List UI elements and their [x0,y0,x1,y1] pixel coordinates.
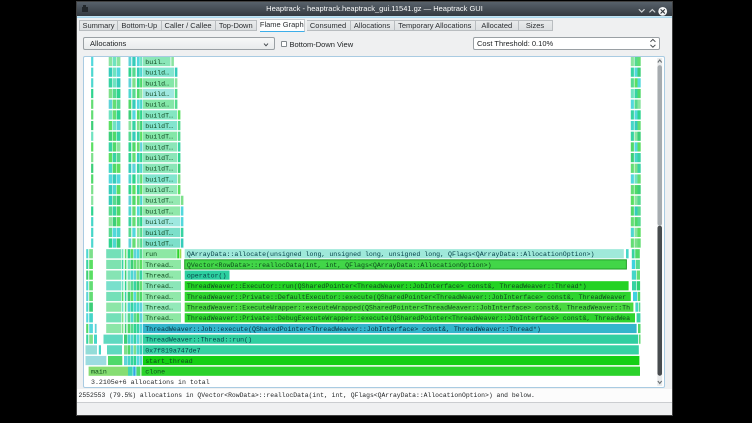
svg-text:buildT…: buildT… [145,123,173,130]
svg-text:build…: build… [145,91,169,98]
svg-text:buildT…: buildT… [145,113,173,120]
svg-text:clone: clone [145,369,165,376]
svg-text:main: main [91,369,107,376]
svg-text:buildT…: buildT… [145,187,173,194]
svg-text:ThreadWeaver::Private::Default: ThreadWeaver::Private::DefaultExecutor::… [187,294,626,301]
svg-text:build…: build… [145,102,169,109]
svg-text:ThreadWeaver::ExecuteWrapper::: ThreadWeaver::ExecuteWrapper::executeWra… [187,305,630,312]
svg-text:buildT…: buildT… [145,145,173,152]
svg-text:buildT…: buildT… [145,177,173,184]
svg-text:QVector<RowData>::reallocData(: QVector<RowData>::reallocData(int, int, … [187,262,492,269]
svg-text:build…: build… [145,81,169,88]
svg-text:buildT…: buildT… [145,241,173,248]
svg-text:ThreadWeaver::Thread::run(): ThreadWeaver::Thread::run() [145,337,252,344]
svg-text:buildT…: buildT… [145,134,173,141]
svg-text:operator(): operator() [187,273,227,280]
svg-text:ThreadWeaver::Private::DebugEx: ThreadWeaver::Private::DebugExecuteWrapp… [187,316,630,323]
svg-text:3.2105e+6 allocations in total: 3.2105e+6 allocations in total [91,379,210,386]
svg-text:0x7f819a747de7: 0x7f819a747de7 [145,348,200,355]
svg-text:build…: build… [145,70,169,77]
svg-text:ThreadWeaver::Job::execute(QSh: ThreadWeaver::Job::execute(QSharedPointe… [145,326,541,333]
svg-text:run: run [145,251,157,258]
svg-text:buildT…: buildT… [145,219,173,226]
svg-text:buildT…: buildT… [145,155,173,162]
svg-text:Thread…: Thread… [145,316,173,323]
svg-text:buildT…: buildT… [145,209,173,216]
svg-text:Thread…: Thread… [145,273,173,280]
svg-text:Thread…: Thread… [145,262,173,269]
svg-text:ThreadWeaver::Executor::run(QS: ThreadWeaver::Executor::run(QSharedPoint… [187,283,587,290]
svg-text:Thread…: Thread… [145,294,173,301]
svg-text:start_thread: start_thread [145,358,193,365]
svg-text:Thread…: Thread… [145,305,173,312]
svg-text:buildT…: buildT… [145,230,173,237]
svg-text:QArrayData::allocate(unsigned: QArrayData::allocate(unsigned long, unsi… [187,251,595,258]
svg-text:buildT…: buildT… [145,198,173,205]
svg-text:Thread…: Thread… [145,283,173,290]
svg-text:buildT…: buildT… [145,166,173,173]
svg-text:buil…: buil… [145,59,165,66]
